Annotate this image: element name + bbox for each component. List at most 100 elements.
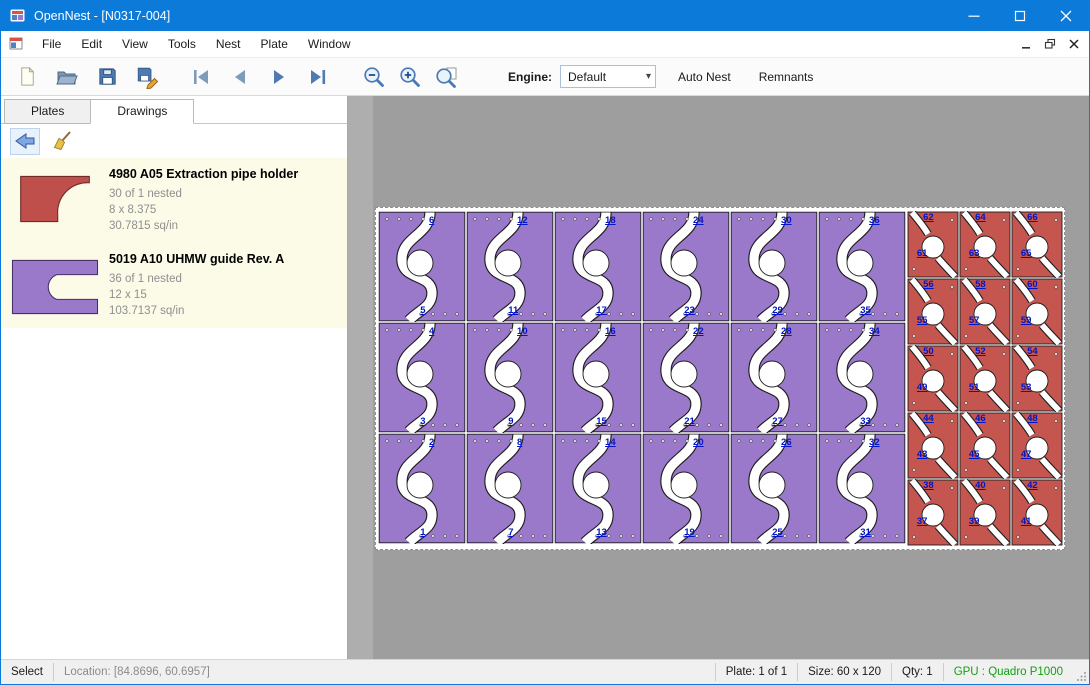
nested-part-pair-purple[interactable]: 6 5 [378,211,466,322]
part-number[interactable]: 20 [693,438,704,448]
part-number[interactable]: 45 [969,450,980,460]
part-number[interactable]: 44 [923,414,934,424]
nested-part-pair-purple[interactable]: 12 11 [466,211,554,322]
part-number[interactable]: 16 [605,327,616,337]
menu-plate[interactable]: Plate [251,32,298,56]
part-number[interactable]: 8 [517,438,522,448]
part-number[interactable]: 29 [772,306,783,316]
part-number[interactable]: 59 [1021,316,1032,326]
nested-part-pair-purple[interactable]: 10 9 [466,322,554,433]
part-number[interactable]: 38 [923,481,934,491]
part-number[interactable]: 17 [596,306,607,316]
nested-part-pair-purple[interactable]: 22 21 [642,322,730,433]
nested-part-pair-red[interactable]: 38 37 [907,479,959,546]
part-number[interactable]: 23 [684,306,695,316]
auto-nest-button[interactable]: Auto Nest [672,64,737,90]
nest-canvas[interactable]: 6 5 12 11 18 17 24 23 [348,96,1089,659]
engine-select[interactable]: Default ▾ [560,65,656,88]
first-plate-button[interactable] [187,62,215,92]
mdi-minimize-button[interactable] [1015,35,1036,54]
menu-tools[interactable]: Tools [158,32,206,56]
part-number[interactable]: 18 [605,216,616,226]
part-number[interactable]: 36 [869,216,880,226]
nested-part-pair-purple[interactable]: 16 15 [554,322,642,433]
part-number[interactable]: 66 [1027,213,1038,223]
part-number[interactable]: 48 [1027,414,1038,424]
part-number[interactable]: 5 [420,306,425,316]
nested-part-pair-red[interactable]: 50 49 [907,345,959,412]
part-number[interactable]: 35 [860,306,871,316]
menu-view[interactable]: View [112,32,158,56]
part-number[interactable]: 13 [596,528,607,538]
part-number[interactable]: 34 [869,327,880,337]
nested-part-pair-red[interactable]: 48 47 [1011,412,1063,479]
nested-part-pair-purple[interactable]: 28 27 [730,322,818,433]
zoom-out-button[interactable] [360,62,388,92]
part-number[interactable]: 65 [1021,249,1032,259]
part-number[interactable]: 50 [923,347,934,357]
part-number[interactable]: 15 [596,417,607,427]
nested-part-pair-purple[interactable]: 32 31 [818,433,906,544]
part-number[interactable]: 41 [1021,517,1032,527]
part-number[interactable]: 60 [1027,280,1038,290]
nested-part-pair-purple[interactable]: 34 33 [818,322,906,433]
part-number[interactable]: 21 [684,417,695,427]
part-number[interactable]: 54 [1027,347,1038,357]
nested-part-pair-purple[interactable]: 14 13 [554,433,642,544]
minimize-button[interactable] [951,1,997,31]
part-number[interactable]: 55 [917,316,928,326]
part-number[interactable]: 52 [975,347,986,357]
part-number[interactable]: 63 [969,249,980,259]
nested-part-pair-red[interactable]: 60 59 [1011,278,1063,345]
part-number[interactable]: 7 [508,528,513,538]
part-number[interactable]: 2 [429,438,434,448]
close-button[interactable] [1043,1,1089,31]
clear-broom-button[interactable] [47,128,77,155]
nested-part-pair-purple[interactable]: 8 7 [466,433,554,544]
part-number[interactable]: 9 [508,417,513,427]
send-to-nest-button[interactable] [10,128,40,155]
part-number[interactable]: 43 [917,450,928,460]
part-number[interactable]: 47 [1021,450,1032,460]
menu-file[interactable]: File [32,32,71,56]
part-number[interactable]: 27 [772,417,783,427]
part-number[interactable]: 61 [917,249,928,259]
nested-part-pair-red[interactable]: 64 63 [959,211,1011,278]
menu-nest[interactable]: Nest [206,32,251,56]
part-number[interactable]: 42 [1027,481,1038,491]
nested-part-pair-red[interactable]: 46 45 [959,412,1011,479]
part-number[interactable]: 28 [781,327,792,337]
part-number[interactable]: 40 [975,481,986,491]
nested-part-pair-purple[interactable]: 20 19 [642,433,730,544]
nested-part-pair-red[interactable]: 56 55 [907,278,959,345]
part-number[interactable]: 1 [420,528,425,538]
nested-part-pair-purple[interactable]: 4 3 [378,322,466,433]
nested-part-pair-purple[interactable]: 24 23 [642,211,730,322]
part-number[interactable]: 11 [508,306,518,316]
tab-plates[interactable]: Plates [4,99,91,124]
drawing-list-item[interactable]: 5019 A10 UHMW guide Rev. A 36 of 1 neste… [1,243,347,328]
part-number[interactable]: 22 [693,327,704,337]
part-number[interactable]: 53 [1021,383,1032,393]
remnants-button[interactable]: Remnants [753,64,820,90]
save-as-button[interactable] [133,62,161,92]
part-number[interactable]: 46 [975,414,986,424]
part-number[interactable]: 56 [923,280,934,290]
new-file-button[interactable] [13,62,41,92]
part-number[interactable]: 6 [429,216,434,226]
nested-part-pair-purple[interactable]: 36 35 [818,211,906,322]
part-number[interactable]: 58 [975,280,986,290]
maximize-button[interactable] [997,1,1043,31]
menu-edit[interactable]: Edit [71,32,112,56]
open-file-button[interactable] [53,62,81,92]
part-number[interactable]: 10 [517,327,528,337]
part-number[interactable]: 3 [420,417,425,427]
mdi-close-button[interactable] [1063,35,1084,54]
menu-window[interactable]: Window [298,32,361,56]
part-number[interactable]: 14 [605,438,616,448]
save-button[interactable] [93,62,121,92]
part-number[interactable]: 33 [860,417,871,427]
nested-part-pair-red[interactable]: 42 41 [1011,479,1063,546]
nested-part-pair-red[interactable]: 44 43 [907,412,959,479]
part-number[interactable]: 37 [917,517,928,527]
